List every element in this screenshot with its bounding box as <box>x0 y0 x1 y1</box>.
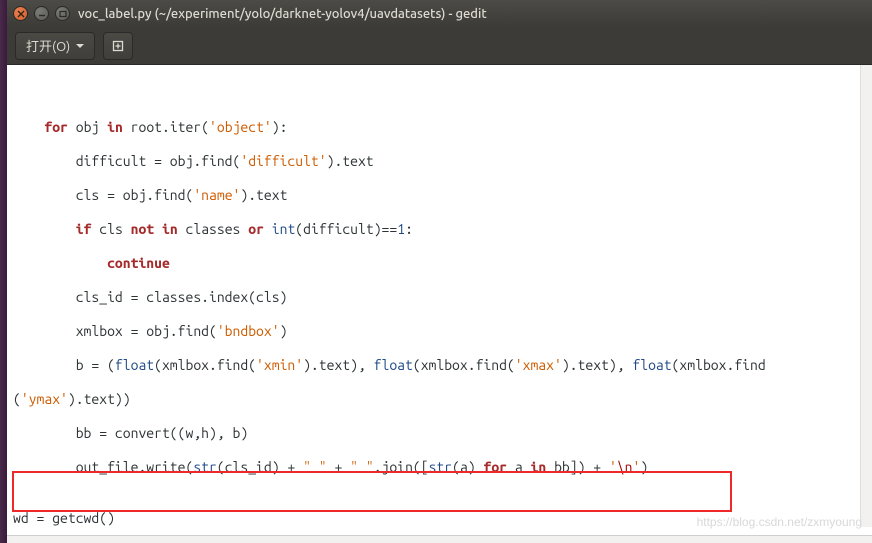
window-controls <box>13 6 70 21</box>
maximize-icon <box>59 10 67 18</box>
code-line: out_file.write(str(cls_id) + " " + " ".j… <box>7 459 872 476</box>
statusbar <box>7 535 872 543</box>
code-line: cls_id = classes.index(cls) <box>7 289 872 306</box>
gedit-window: voc_label.py (~/experiment/yolo/darknet-… <box>7 0 872 543</box>
vertical-scrollbar[interactable] <box>860 65 872 527</box>
code-line: continue <box>7 255 872 272</box>
code-line: xmlbox = obj.find('bndbox') <box>7 323 872 340</box>
minimize-icon <box>38 10 46 18</box>
code-line: for obj in root.iter('object'): <box>7 102 872 136</box>
code-editor[interactable]: for obj in root.iter('object'): difficul… <box>7 65 872 535</box>
open-button-label: 打开(O) <box>26 36 70 55</box>
close-button[interactable] <box>13 6 28 21</box>
chevron-down-icon <box>76 44 84 48</box>
open-button[interactable]: 打开(O) <box>15 32 95 60</box>
new-tab-button[interactable] <box>103 32 133 60</box>
toolbar: 打开(O) <box>7 27 872 65</box>
code-line: if cls not in classes or int(difficult)=… <box>7 221 872 238</box>
code-line: wd = getcwd() <box>7 510 872 527</box>
code-line: cls = obj.find('name').text <box>7 187 872 204</box>
code-line: b = (float(xmlbox.find('xmin').text), fl… <box>7 357 872 374</box>
window-title: voc_label.py (~/experiment/yolo/darknet-… <box>78 7 487 21</box>
titlebar[interactable]: voc_label.py (~/experiment/yolo/darknet-… <box>7 0 872 27</box>
maximize-button[interactable] <box>55 6 70 21</box>
close-icon <box>17 10 25 18</box>
code-line: ('ymax').text)) <box>7 391 872 408</box>
new-tab-icon <box>111 39 125 53</box>
code-line: bb = convert((w,h), b) <box>7 425 872 442</box>
red-highlight-box <box>12 471 732 512</box>
code-line: difficult = obj.find('difficult').text <box>7 153 872 170</box>
minimize-button[interactable] <box>34 6 49 21</box>
unity-launcher-edge <box>0 0 7 543</box>
